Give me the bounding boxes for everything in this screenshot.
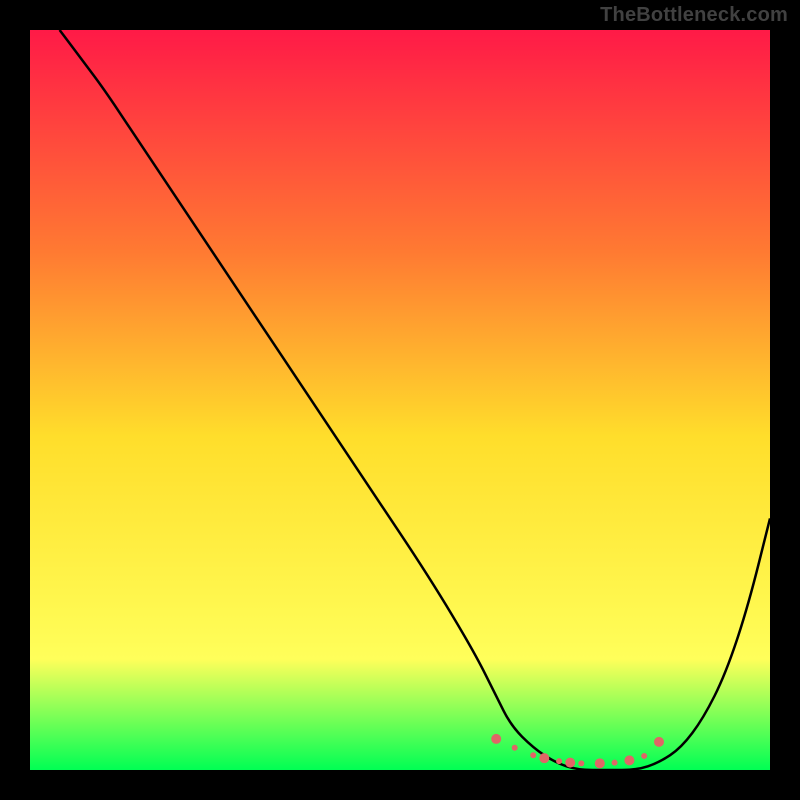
- marker-dot: [565, 758, 575, 768]
- marker-dot: [641, 753, 647, 759]
- marker-dot: [539, 753, 549, 763]
- watermark-text: TheBottleneck.com: [600, 4, 788, 27]
- marker-dot: [595, 758, 605, 768]
- marker-dot: [624, 755, 634, 765]
- chart-svg: [0, 0, 800, 800]
- marker-dot: [578, 760, 584, 766]
- chart-container: { "watermark": "TheBottleneck.com", "cha…: [0, 0, 800, 800]
- marker-dot: [556, 758, 562, 764]
- plot-area: [30, 30, 770, 770]
- marker-dot: [612, 760, 618, 766]
- marker-dot: [512, 745, 518, 751]
- marker-dot: [530, 752, 536, 758]
- marker-dot: [491, 734, 501, 744]
- marker-dot: [654, 737, 664, 747]
